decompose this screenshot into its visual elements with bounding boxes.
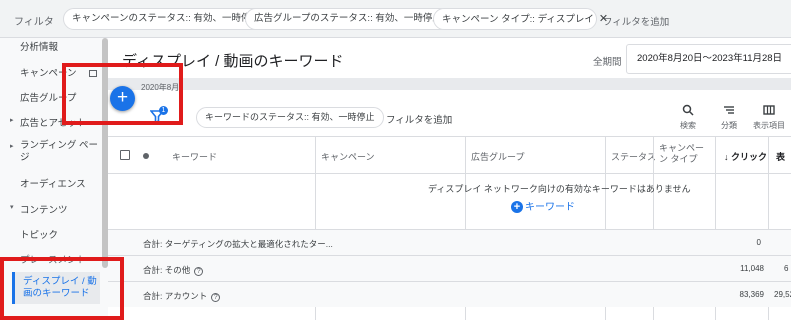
period-label: 全期間 <box>593 57 622 68</box>
segment-tool[interactable]: 分類 <box>709 104 749 131</box>
date-strip <box>108 78 791 90</box>
columns-icon <box>749 104 789 120</box>
table-row-total-other: 合計: その他? 11,048 6 <box>108 255 791 281</box>
highlight-box-add-filter <box>62 63 183 125</box>
add-filter-link[interactable]: フィルタを追加 <box>603 14 669 28</box>
column-header-impressions[interactable]: 表 <box>776 150 785 163</box>
sidebar-item-landing-pages[interactable]: ▸ ランディング ページ <box>10 140 100 164</box>
sidebar-item-audiences[interactable]: オーディエンス <box>20 176 86 190</box>
filter-chip-adgroup-status[interactable]: 広告グループのステータス:: 有効、一時停止 <box>245 8 451 30</box>
column-header-keyword[interactable]: キーワード <box>172 150 217 163</box>
sidebar-item-insights[interactable]: 分析情報 <box>20 39 58 53</box>
keyword-add-filter-link[interactable]: フィルタを追加 <box>386 112 452 126</box>
table-row-total-expansion: 合計: ターゲティングの拡大と最適化されたター... 0 <box>108 229 791 255</box>
column-header-clicks[interactable]: ↓ クリック <box>724 150 767 163</box>
segment-icon <box>709 104 749 120</box>
highlight-box-display-keywords <box>0 257 124 320</box>
column-header-status[interactable]: ステータス <box>611 150 656 163</box>
filter-label: フィルタ <box>14 17 54 28</box>
chevron-right-icon: ▸ <box>10 117 14 124</box>
table-row-total-account: 合計: アカウント? 83,369 29,52 <box>108 281 791 307</box>
filter-bar: フィルタ キャンペーンのステータス:: 有効、一時停止 広告グループのステータス… <box>0 0 791 38</box>
table-header: キーワード キャンペーン 広告グループ ステータス キャンペーン タイプ ↓ ク… <box>108 136 791 174</box>
select-all-checkbox[interactable] <box>120 150 130 160</box>
chevron-down-icon: ▾ <box>10 204 14 211</box>
help-icon[interactable]: ? <box>194 267 204 276</box>
columns-tool[interactable]: 表示項目 <box>749 104 789 131</box>
main-panel: ディスプレイ / 動画のキーワード 全期間 2020年8月20日～2023年11… <box>108 38 791 320</box>
date-range-picker[interactable]: 2020年8月20日～2023年11月28日 <box>626 44 791 74</box>
column-header-campaign-type[interactable]: キャンペーン タイプ <box>659 143 711 165</box>
filter-chip-campaign-type[interactable]: キャンペーン タイプ:: ディスプレイ ✕ <box>433 8 608 30</box>
column-header-ad-group[interactable]: 広告グループ <box>471 150 524 163</box>
sidebar-item-topics[interactable]: トピック <box>20 227 58 241</box>
chevron-right-icon: ▸ <box>10 143 14 150</box>
filter-chip-campaign-status[interactable]: キャンペーンのステータス:: 有効、一時停止 <box>63 8 269 30</box>
plus-icon: + <box>511 201 523 213</box>
search-tool[interactable]: 検索 <box>668 104 708 131</box>
empty-state-message: ディスプレイ ネットワーク向けの有効なキーワードはありません <box>428 184 691 194</box>
keyword-status-chip[interactable]: キーワードのステータス:: 有効、一時停止 <box>196 107 384 128</box>
status-dot-icon <box>143 153 149 159</box>
add-keyword-link[interactable]: + キーワード <box>511 198 575 213</box>
help-icon[interactable]: ? <box>211 293 221 302</box>
column-header-campaign[interactable]: キャンペーン <box>321 150 375 163</box>
sidebar-item-content[interactable]: ▾ コンテンツ <box>10 202 68 216</box>
search-icon <box>668 104 708 120</box>
